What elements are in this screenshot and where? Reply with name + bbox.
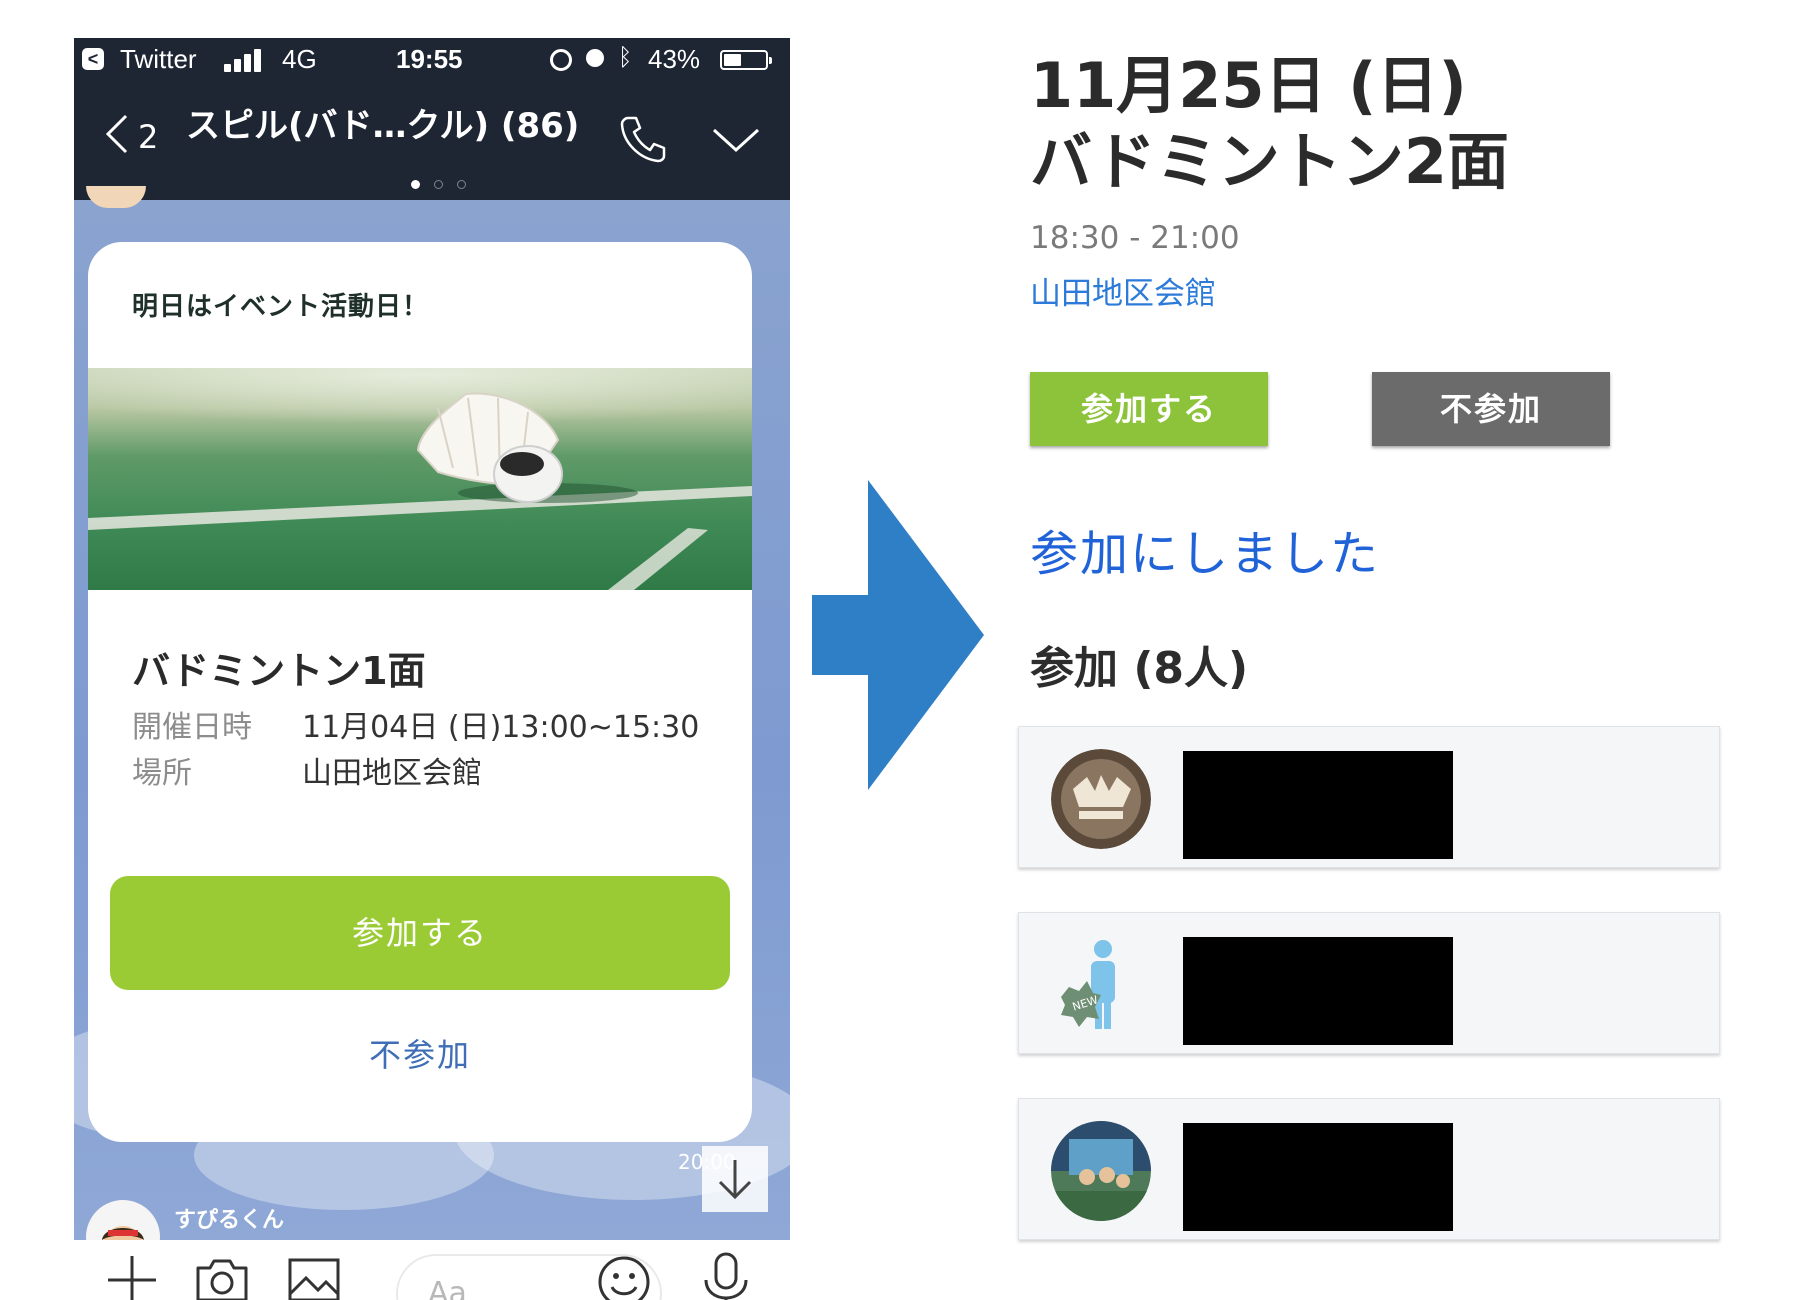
avatar (1051, 749, 1151, 849)
line-chat-screen: < Twitter 4G 19:55 ᛒ 43% 2 スピル(バド…クル) (8… (74, 38, 790, 1300)
event-message-card: 明日はイベント活動日！ バドミントン1面 開催日時 11月04日 (日)13:0… (88, 242, 752, 1142)
shuttlecock-photo (88, 368, 752, 590)
event-card-title: バドミントン1面 (132, 649, 426, 693)
decline-button[interactable]: 不参加 (88, 1030, 752, 1076)
event-detail-name: バドミントン2面 (1030, 125, 1509, 198)
chat-header: 2 スピル(バド…クル) (86) (74, 82, 790, 200)
avatar (1051, 1121, 1151, 1221)
back-app-label[interactable]: Twitter (120, 44, 197, 75)
emoji-button[interactable] (596, 1254, 656, 1300)
menu-toggle-button[interactable] (708, 116, 764, 160)
page-indicator (404, 174, 473, 193)
group-photo-avatar-icon (1051, 1121, 1151, 1221)
scroll-to-bottom-button[interactable] (702, 1146, 768, 1212)
back-to-app-icon[interactable]: < (82, 48, 104, 70)
participant-card[interactable] (1018, 1098, 1720, 1240)
event-detail-time: 18:30 - 21:00 (1030, 220, 1240, 256)
participant-name-redacted (1183, 751, 1453, 859)
camera-icon (196, 1259, 248, 1300)
clock: 19:55 (396, 44, 463, 74)
chat-area[interactable]: 明日はイベント活動日！ バドミントン1面 開催日時 11月04日 (日)13:0… (74, 186, 790, 1274)
network-type: 4G (282, 44, 317, 74)
call-button[interactable] (614, 110, 670, 166)
detail-decline-button[interactable]: 不参加 (1372, 372, 1610, 446)
status-bar: < Twitter 4G 19:55 ᛒ 43% (74, 38, 790, 82)
battery-percent: 43% (648, 44, 701, 74)
event-detail-title: 11月25日 (日) バドミントン2面 (1030, 48, 1509, 200)
participant-card[interactable]: NEW (1018, 912, 1720, 1054)
detail-join-button[interactable]: 参加する (1030, 372, 1268, 446)
camera-button[interactable] (192, 1250, 252, 1300)
chevron-down-icon (712, 128, 760, 153)
join-button[interactable]: 参加する (110, 876, 730, 990)
voice-button[interactable] (696, 1250, 756, 1300)
participant-name-redacted (1183, 1123, 1453, 1231)
participants-heading: 参加 (8人) (1030, 643, 1249, 694)
arrow-down-icon (718, 1160, 752, 1200)
event-detail-place-link[interactable]: 山田地区会館 (1030, 268, 1216, 313)
bluetooth-icon: ᛒ (618, 44, 633, 71)
event-datetime-row: 開催日時 11月04日 (日)13:00~15:30 (132, 702, 699, 746)
event-detail-date: 11月25日 (日) (1030, 49, 1467, 122)
phone-icon (620, 116, 666, 163)
sender-name: すぴるくん (174, 1208, 285, 1233)
battery-icon (720, 50, 772, 70)
avatar: NEW (1051, 935, 1151, 1035)
participant-card[interactable] (1018, 726, 1720, 868)
rotation-lock-icon (550, 49, 572, 71)
signal-icon (224, 48, 264, 72)
default-new-avatar-icon: NEW (1061, 940, 1115, 1029)
image-icon (288, 1258, 340, 1300)
microphone-icon (704, 1252, 748, 1300)
unread-count: 2 (138, 118, 159, 156)
event-datetime-label: 開催日時 (132, 710, 252, 745)
smiley-icon (598, 1256, 650, 1300)
shuttlecock-image (88, 368, 752, 590)
alarm-icon (586, 49, 604, 67)
event-place-value: 山田地区会館 (302, 756, 482, 791)
message-input-placeholder: Aa (428, 1276, 467, 1300)
arrow-right-icon (812, 480, 984, 790)
message-input-bar: Aa (74, 1240, 790, 1300)
chevron-left-icon (105, 114, 128, 154)
event-place-label: 場所 (132, 756, 192, 791)
back-button[interactable]: 2 (94, 104, 174, 164)
emblem-avatar-icon (1051, 749, 1151, 849)
avatar (86, 186, 146, 208)
attendance-status: 参加にしました (1030, 526, 1381, 582)
image-button[interactable] (284, 1250, 344, 1300)
plus-button[interactable] (102, 1250, 162, 1300)
event-place-row: 場所 山田地区会館 (132, 748, 482, 792)
event-datetime-value: 11月04日 (日)13:00~15:30 (302, 710, 700, 745)
participant-name-redacted (1183, 937, 1453, 1045)
plus-icon (108, 1256, 156, 1300)
chat-title[interactable]: スピル(バド…クル) (86) (186, 98, 579, 147)
event-card-header: 明日はイベント活動日！ (132, 292, 430, 322)
